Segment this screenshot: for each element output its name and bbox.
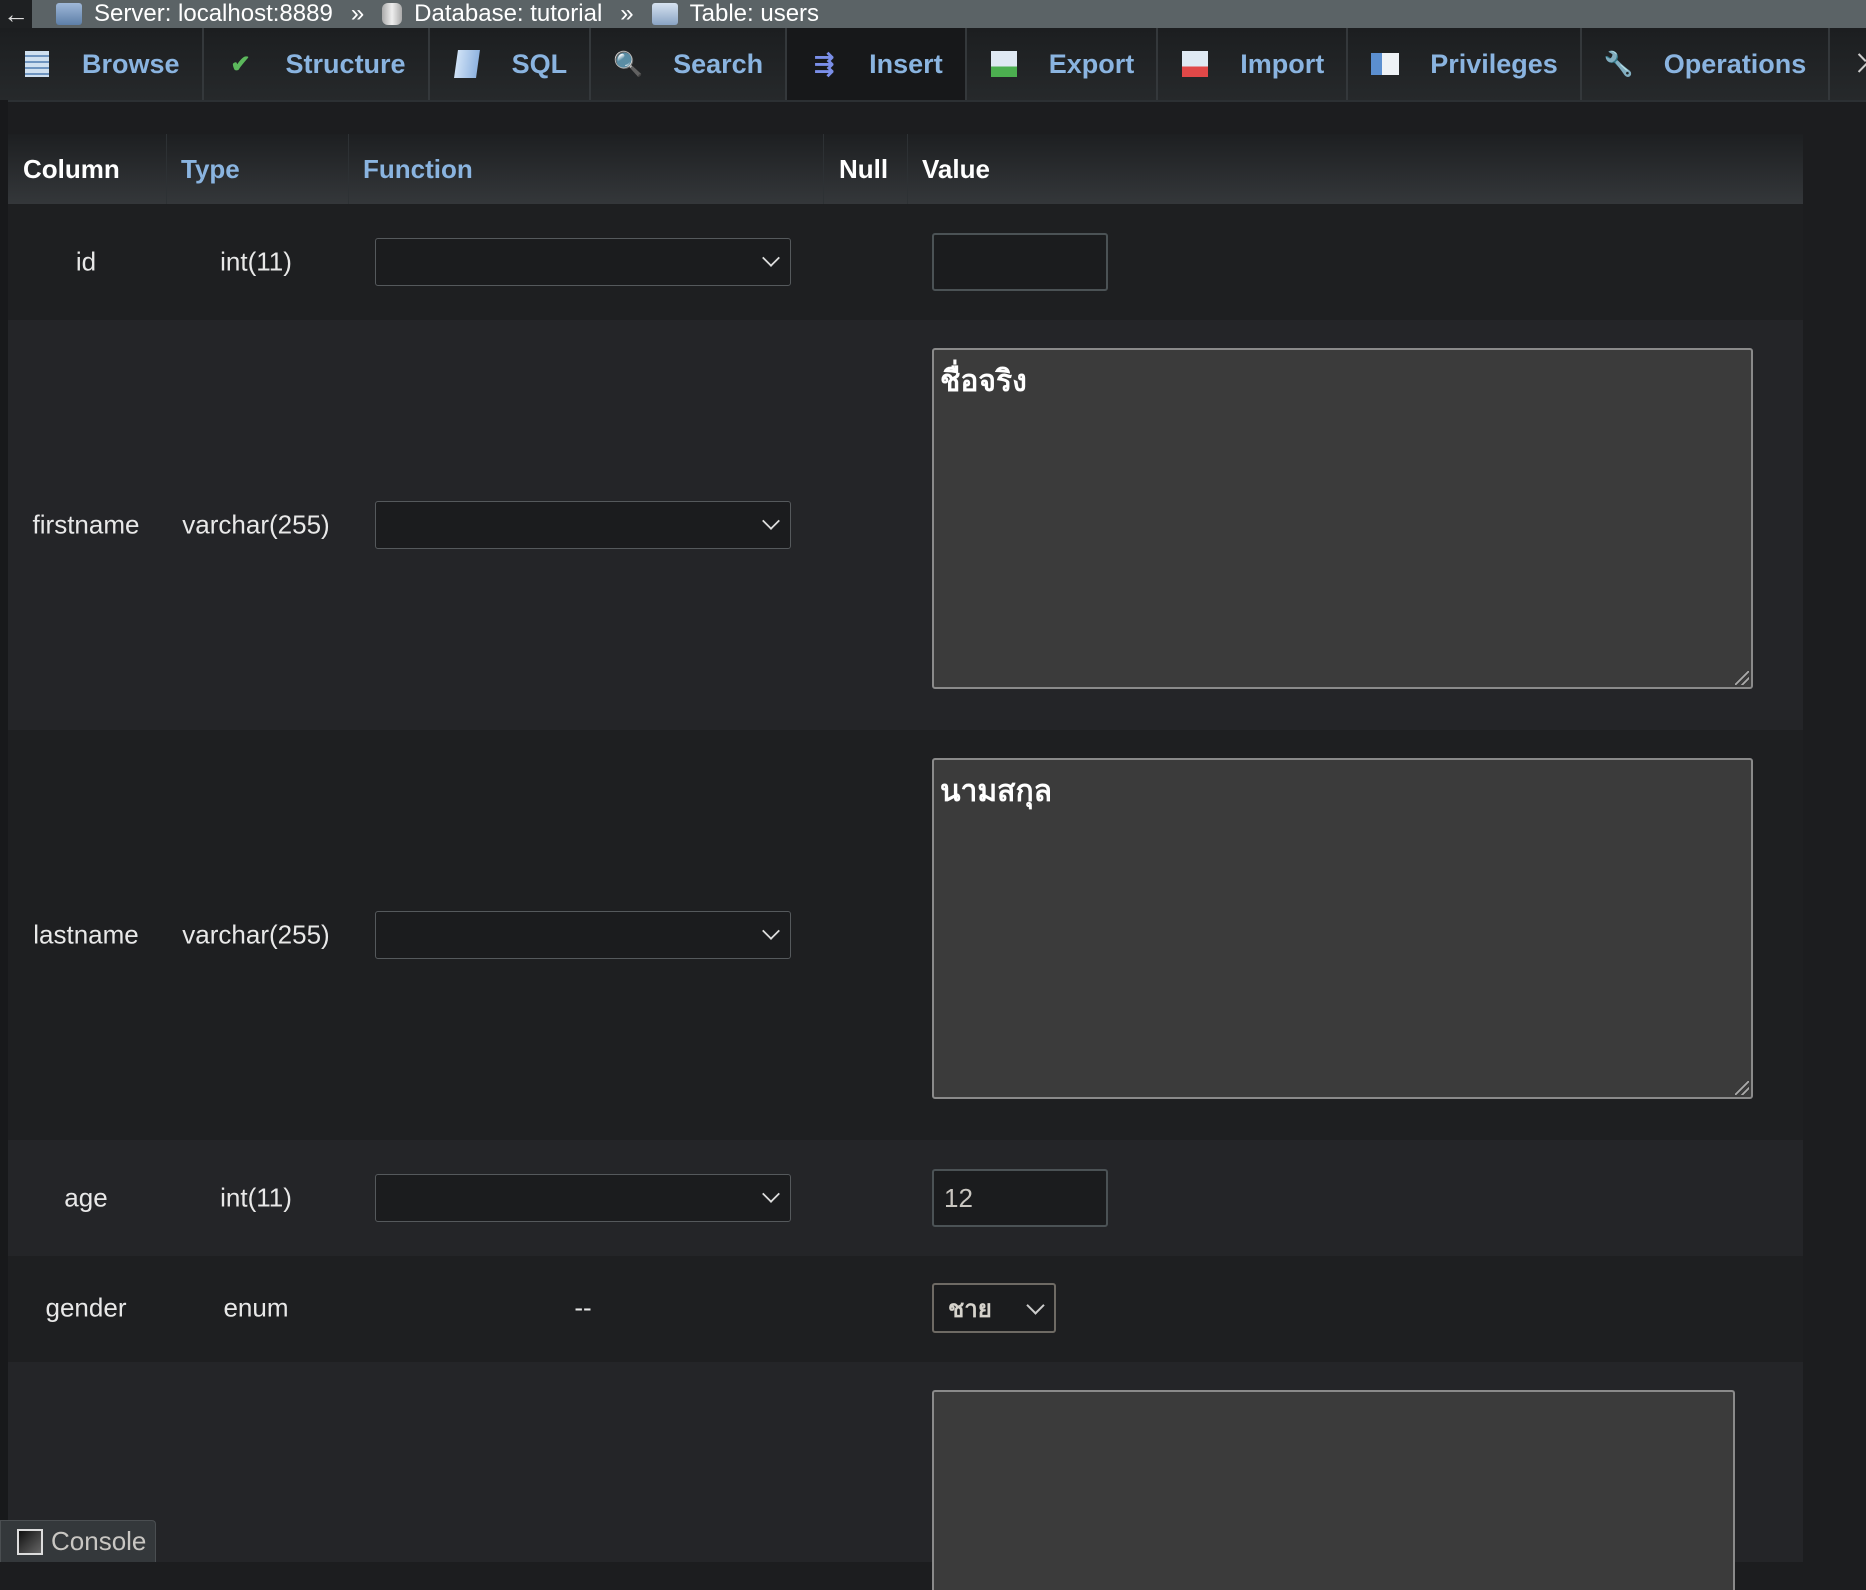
column-name: firstname <box>32 509 140 540</box>
chevron-down-icon <box>762 512 780 530</box>
table-row: firstname varchar(255) ชื่อจริง <box>8 320 1803 730</box>
breadcrumb-server[interactable]: Server: localhost:8889 <box>56 0 333 28</box>
breadcrumb: ← Server: localhost:8889 » Database: tut… <box>0 0 1866 28</box>
breadcrumb-table[interactable]: Table: users <box>651 0 819 28</box>
insert-form: Column Type Function Null Value id int(1… <box>8 134 1803 1590</box>
privileges-icon <box>1370 50 1400 78</box>
chevron-down-icon <box>762 1185 780 1203</box>
function-select[interactable] <box>375 238 791 286</box>
value-input[interactable] <box>932 233 1108 291</box>
value-input[interactable]: 12 <box>932 1169 1108 1227</box>
column-type: varchar(255) <box>182 919 330 950</box>
column-type: enum <box>223 1292 289 1323</box>
table-row: lastname varchar(255) นามสกุล <box>8 730 1803 1140</box>
tab-search[interactable]: 🔍 Search <box>591 28 788 100</box>
export-icon <box>989 50 1019 78</box>
function-select[interactable] <box>375 911 791 959</box>
structure-icon: ✔ <box>230 50 251 78</box>
tab-privileges[interactable]: Privileges <box>1348 28 1582 100</box>
tab-triggers[interactable]: ⤮ Triggers <box>1830 28 1866 100</box>
left-gutter <box>0 100 8 1562</box>
value-textarea[interactable] <box>932 1390 1735 1590</box>
column-type: int(11) <box>220 1182 292 1213</box>
table-header: Column Type Function Null Value <box>8 134 1803 204</box>
resize-handle-icon[interactable] <box>1735 1081 1749 1095</box>
console-window-icon <box>17 1528 43 1555</box>
table-row: age int(11) 12 <box>8 1140 1803 1256</box>
column-type: varchar(255) <box>182 509 330 540</box>
tab-insert[interactable]: ⇶ Insert <box>787 28 967 100</box>
wrench-icon: 🔧 <box>1603 50 1634 78</box>
chevron-down-icon <box>762 249 780 267</box>
import-icon <box>1180 50 1210 78</box>
tab-sql[interactable]: SQL <box>429 28 592 100</box>
column-name: age <box>64 1182 108 1213</box>
database-icon <box>382 3 403 25</box>
tab-operations[interactable]: 🔧 Operations <box>1581 28 1831 100</box>
breadcrumb-separator: » <box>350 0 365 27</box>
chevron-down-icon <box>1026 1296 1045 1315</box>
header-type[interactable]: Type <box>166 134 348 204</box>
header-column: Column <box>23 153 120 184</box>
tab-browse[interactable]: Browse <box>0 28 204 100</box>
insert-icon: ⇶ <box>814 50 835 78</box>
search-icon: 🔍 <box>613 50 644 78</box>
browse-icon <box>22 50 52 78</box>
value-enum-select[interactable]: ชาย <box>932 1283 1056 1333</box>
server-icon <box>56 3 82 25</box>
table-row <box>8 1362 1803 1590</box>
back-arrow-icon[interactable]: ← <box>0 0 32 28</box>
breadcrumb-database[interactable]: Database: tutorial <box>382 0 602 28</box>
table-icon <box>651 3 678 25</box>
column-name: gender <box>45 1292 127 1323</box>
column-type: int(11) <box>220 246 292 277</box>
tab-bar: Browse ✔ Structure SQL 🔍 Search ⇶ Insert… <box>0 28 1866 102</box>
resize-handle-icon[interactable] <box>1735 671 1749 685</box>
breadcrumb-separator: » <box>620 0 634 27</box>
header-value: Value <box>907 134 1803 204</box>
value-textarea[interactable]: นามสกุล <box>932 758 1753 1099</box>
table-row: id int(11) <box>8 204 1803 320</box>
shuffle-icon: ⤮ <box>1852 50 1866 78</box>
console-button[interactable]: Console <box>0 1520 156 1562</box>
function-select[interactable] <box>375 1174 791 1222</box>
tab-structure[interactable]: ✔ Structure <box>203 28 430 100</box>
tab-import[interactable]: Import <box>1158 28 1349 100</box>
sql-icon <box>452 50 482 78</box>
chevron-down-icon <box>762 922 780 940</box>
header-function[interactable]: Function <box>348 134 823 204</box>
table-row: gender enum -- ชาย <box>8 1256 1803 1362</box>
column-name: id <box>75 246 97 277</box>
column-name: lastname <box>33 919 139 950</box>
tab-export[interactable]: Export <box>966 28 1159 100</box>
header-null: Null <box>823 134 907 204</box>
function-placeholder: -- <box>574 1292 592 1323</box>
value-textarea[interactable]: ชื่อจริง <box>932 348 1753 689</box>
function-select[interactable] <box>375 501 791 549</box>
